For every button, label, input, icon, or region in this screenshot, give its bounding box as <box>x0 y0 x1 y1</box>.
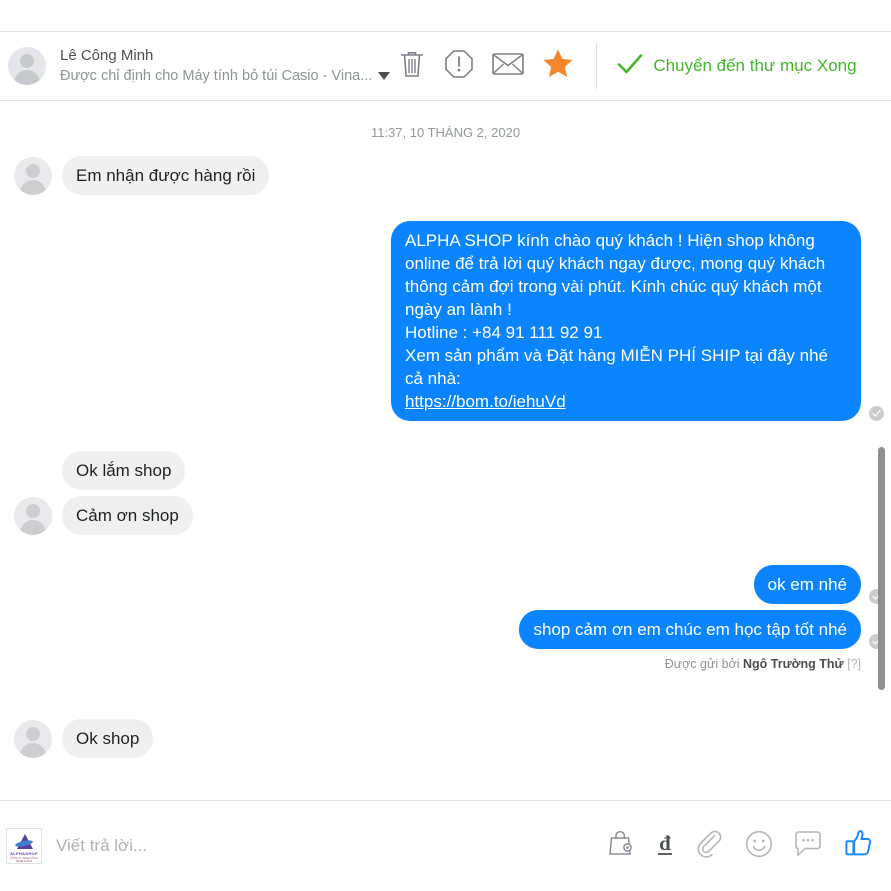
message-row: Em nhận được hàng rồi <box>0 156 891 195</box>
contact-info: Lê Công Minh Được chỉ định cho Máy tính … <box>60 46 372 86</box>
message-row: Ok shop <box>0 719 891 758</box>
envelope-icon[interactable] <box>492 51 525 82</box>
message-bubble-incoming[interactable]: Ok lắm shop <box>62 451 186 490</box>
sender-attribution-prefix: Được gửi bởi <box>664 657 740 671</box>
message-link[interactable]: https://bom.to/iehuVd <box>405 392 566 411</box>
status-badge[interactable]: Chuyển đến thư mục Xong <box>617 53 857 80</box>
sender-attribution: Được gửi bởi Ngô Trường Thử [?] <box>0 649 891 671</box>
message-row: Ok lắm shop <box>0 451 891 490</box>
message-bubble-outgoing[interactable]: ALPHA SHOP kính chào quý khách ! Hiện sh… <box>391 221 861 421</box>
alphashop-logo-avatar: ALPHASHOP CÔNG TY TNHH CÔNG NGHỆ ALPHA <box>6 828 42 864</box>
sender-avatar[interactable] <box>14 497 52 535</box>
avatar-spacer <box>14 452 52 490</box>
sender-attribution-name: Ngô Trường Thử <box>743 657 844 671</box>
thumbs-up-icon[interactable] <box>843 829 873 864</box>
shopping-bag-icon[interactable] <box>608 830 634 862</box>
message-row: ok em nhé <box>0 565 891 604</box>
messenger-conversation-page: Lê Công Minh Được chỉ định cho Máy tính … <box>0 0 891 891</box>
contact-subtitle: Được chỉ định cho Máy tính bỏ túi Casio … <box>60 68 373 84</box>
chevron-down-icon[interactable] <box>378 72 391 80</box>
message-line: Xem sản phẩm và Đặt hàng MIỄN PHÍ SHIP t… <box>405 346 829 388</box>
svg-text:đ: đ <box>659 831 671 855</box>
paperclip-icon[interactable] <box>696 830 724 863</box>
status-label: Chuyển đến thư mục Xong <box>653 56 857 75</box>
reply-input[interactable] <box>56 836 608 856</box>
message-bubble-incoming[interactable]: Ok shop <box>62 719 154 758</box>
composer-action-icons: đ <box>608 829 873 864</box>
star-icon[interactable] <box>542 48 574 84</box>
header-divider <box>596 43 598 89</box>
message-bubble-outgoing[interactable]: ok em nhé <box>753 565 861 604</box>
warning-icon[interactable] <box>444 49 474 84</box>
contact-avatar[interactable] <box>8 47 46 85</box>
trash-icon[interactable] <box>398 48 426 85</box>
message-line: ALPHA SHOP kính chào quý khách ! Hiện sh… <box>405 231 826 319</box>
logo-tagline-text: CÔNG TY TNHH CÔNG NGHỆ ALPHA <box>9 857 39 863</box>
message-row: shop cảm ơn em chúc em học tập tốt nhé <box>0 610 891 649</box>
dong-currency-icon[interactable]: đ <box>655 830 675 862</box>
check-icon <box>617 53 643 80</box>
message-line: Hotline : +84 91 111 92 91 <box>405 323 603 342</box>
message-row: Cảm ơn shop <box>0 496 891 535</box>
conversation-header: Lê Công Minh Được chỉ định cho Máy tính … <box>0 31 891 101</box>
header-action-icons <box>398 48 574 85</box>
message-composer: ALPHASHOP CÔNG TY TNHH CÔNG NGHỆ ALPHA đ <box>0 800 891 891</box>
message-bubble-incoming[interactable]: Em nhận được hàng rồi <box>62 156 270 195</box>
message-bubble-outgoing[interactable]: shop cảm ơn em chúc em học tập tốt nhé <box>519 610 861 649</box>
quick-reply-icon[interactable] <box>794 830 822 862</box>
sender-avatar[interactable] <box>14 157 52 195</box>
logo-brand-text: ALPHASHOP <box>10 851 38 856</box>
thread-timestamp: 11:37, 10 THÁNG 2, 2020 <box>370 125 521 140</box>
help-icon[interactable]: [?] <box>847 657 861 671</box>
thread-scrollbar-thumb[interactable] <box>878 447 885 690</box>
contact-name: Lê Công Minh <box>60 47 154 64</box>
message-thread[interactable]: 11:37, 10 THÁNG 2, 2020 Em nhận được hàn… <box>0 101 891 800</box>
thread-scrollbar-track[interactable] <box>878 151 888 781</box>
top-strip <box>0 0 891 31</box>
emoji-icon[interactable] <box>745 830 773 863</box>
message-row: ALPHA SHOP kính chào quý khách ! Hiện sh… <box>0 221 891 421</box>
message-bubble-incoming[interactable]: Cảm ơn shop <box>62 496 193 535</box>
sender-avatar[interactable] <box>14 720 52 758</box>
